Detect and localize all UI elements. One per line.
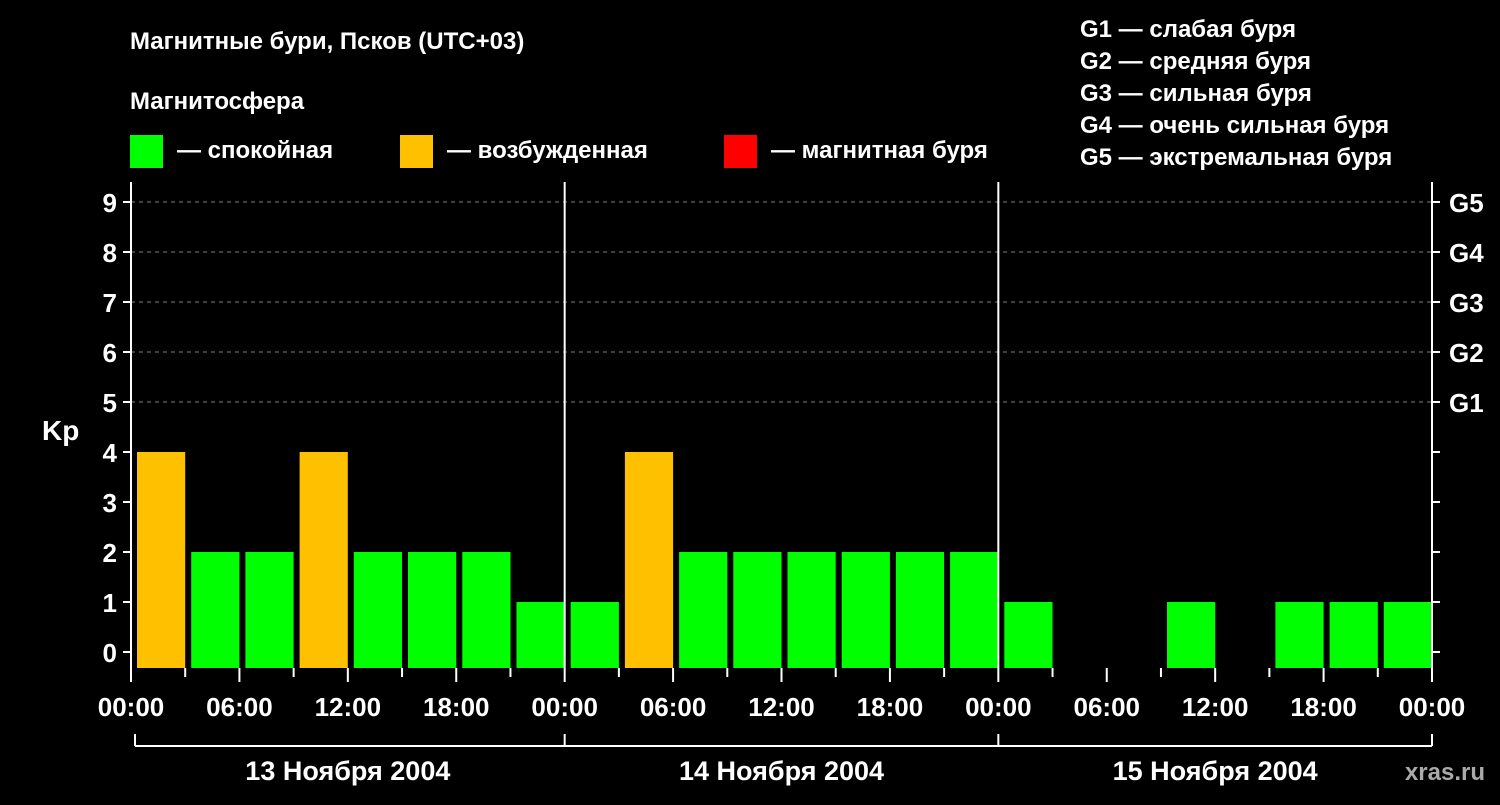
kp-bar <box>516 602 565 668</box>
kp-bar <box>787 552 836 668</box>
y-tick-label: 7 <box>103 288 117 318</box>
y-tick-label: 1 <box>103 588 117 618</box>
storm-scale-g4: G4 — очень сильная буря <box>1080 112 1389 139</box>
storm-scale-g3: G3 — сильная буря <box>1080 80 1312 107</box>
kp-bar <box>137 452 186 668</box>
x-tick-label: 18:00 <box>857 692 924 722</box>
legend-quiet-label: — спокойная <box>177 137 333 164</box>
x-tick-label: 00:00 <box>98 692 165 722</box>
legend-storm-swatch <box>724 135 757 168</box>
kp-bar <box>462 552 511 668</box>
storm-scale-g2: G2 — средняя буря <box>1080 48 1311 75</box>
kp-bar <box>299 452 348 668</box>
x-tick-label: 00:00 <box>965 692 1032 722</box>
kp-bar <box>733 552 782 668</box>
bar-series <box>137 452 1432 668</box>
kp-bar <box>353 552 402 668</box>
y-tick-label: 0 <box>103 638 117 668</box>
y-axis-label: Kp <box>42 415 79 446</box>
x-tick-label: 12:00 <box>748 692 815 722</box>
kp-bar <box>895 552 945 668</box>
y-tick-label: 2 <box>103 538 117 568</box>
storm-level-label: G1 <box>1449 388 1484 418</box>
storm-scale-legend: G1 — слабая буря G2 — средняя буря G3 — … <box>1080 16 1392 171</box>
kp-bar <box>841 552 890 668</box>
kp-bar <box>1004 602 1053 668</box>
storm-level-label: G4 <box>1449 238 1484 268</box>
kp-chart-svg: Магнитные бури, Псков (UTC+03) Магнитосф… <box>42 16 1485 786</box>
day-label: 15 Ноября 2004 <box>1113 756 1318 786</box>
kp-bar <box>950 552 999 668</box>
legend-quiet-swatch <box>130 135 163 168</box>
legend-storm-label: — магнитная буря <box>771 137 988 164</box>
status-legend: — спокойная — возбужденная — магнитная б… <box>130 135 988 168</box>
grid-lines <box>131 201 1432 403</box>
x-tick-label: 12:00 <box>1182 692 1249 722</box>
x-tick-label: 06:00 <box>640 692 707 722</box>
storm-level-label: G3 <box>1449 288 1484 318</box>
x-tick-label: 18:00 <box>423 692 490 722</box>
kp-bar <box>1167 602 1216 668</box>
x-tick-label: 06:00 <box>206 692 273 722</box>
x-tick-label: 00:00 <box>1399 692 1466 722</box>
kp-bar <box>1383 602 1432 668</box>
kp-bar <box>408 552 457 668</box>
storm-level-label: G5 <box>1449 188 1484 218</box>
storm-scale-g5: G5 — экстремальная буря <box>1080 144 1392 171</box>
legend-active-label: — возбужденная <box>447 137 648 164</box>
kp-bar <box>1275 602 1324 668</box>
day-label: 14 Ноября 2004 <box>679 756 884 786</box>
x-tick-label: 18:00 <box>1290 692 1357 722</box>
kp-bar <box>679 552 728 668</box>
kp-bar <box>624 452 674 668</box>
section-label: Магнитосфера <box>130 88 305 115</box>
x-tick-label: 12:00 <box>315 692 382 722</box>
x-tick-label: 06:00 <box>1074 692 1141 722</box>
y-tick-label: 6 <box>103 338 117 368</box>
y-tick-label: 3 <box>103 488 117 518</box>
x-tick-label: 00:00 <box>531 692 598 722</box>
kp-bar <box>191 552 240 668</box>
y-tick-label: 4 <box>103 438 118 468</box>
day-label: 13 Ноября 2004 <box>245 756 450 786</box>
y-tick-label: 5 <box>103 388 117 418</box>
kp-bar <box>570 602 619 668</box>
y-tick-label: 8 <box>103 238 117 268</box>
y-tick-label: 9 <box>103 188 117 218</box>
kp-bar <box>1329 602 1378 668</box>
legend-active-swatch <box>400 135 433 168</box>
magnetic-storm-chart-panel: Магнитные бури, Псков (UTC+03) Магнитосф… <box>0 0 1500 800</box>
storm-level-label: G2 <box>1449 338 1484 368</box>
kp-bar <box>245 552 294 668</box>
watermark: xras.ru <box>1405 759 1485 786</box>
storm-scale-g1: G1 — слабая буря <box>1080 16 1296 43</box>
chart-title: Магнитные бури, Псков (UTC+03) <box>130 28 524 55</box>
